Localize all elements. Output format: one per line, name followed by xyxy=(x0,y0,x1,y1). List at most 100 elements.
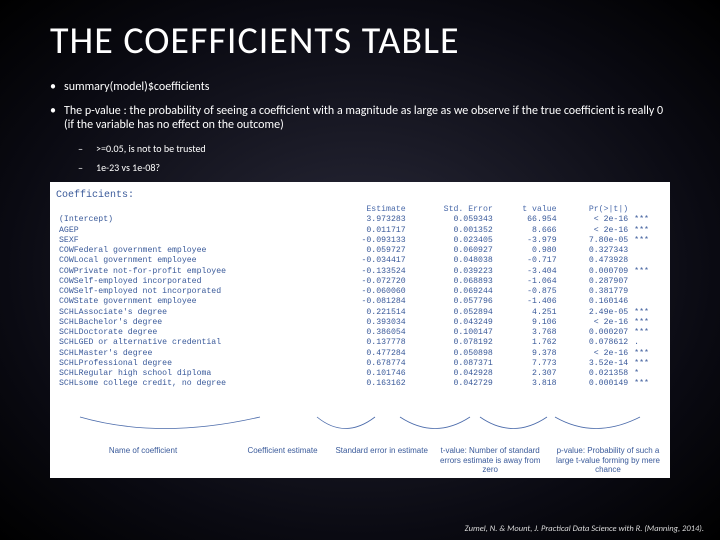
cell: *** xyxy=(631,215,664,225)
col-tvalue: t value xyxy=(496,205,560,215)
col-pvalue: Pr(>|t|) xyxy=(560,205,632,215)
cell: 0.052894 xyxy=(409,308,496,318)
cell: 0.060927 xyxy=(409,246,496,256)
cell: COWLocal government employee xyxy=(56,256,329,266)
cell: 0.137778 xyxy=(329,338,408,348)
cell: 0.068893 xyxy=(409,277,496,287)
cell: COWPrivate not-for-profit employee xyxy=(56,267,329,277)
table-row: (Intercept)3.9732830.05934366.954< 2e-16… xyxy=(56,215,664,225)
table-row: COWLocal government employee-0.0344170.0… xyxy=(56,256,664,266)
cell xyxy=(631,256,664,266)
bullet-item: •summary(model)$coefficients xyxy=(50,80,670,94)
cell: -0.081284 xyxy=(329,297,408,307)
cell: SEXF xyxy=(56,236,329,246)
slide-title: THE COEFFICIENTS TABLE xyxy=(0,0,720,72)
cell: -0.717 xyxy=(496,256,560,266)
cell xyxy=(631,277,664,287)
table-row: COWFederal government employee0.0597270.… xyxy=(56,246,664,256)
table-row: COWPrivate not-for-profit employee-0.133… xyxy=(56,267,664,277)
bullet-text: 1e-23 vs 1e-08? xyxy=(96,161,160,174)
cell: *** xyxy=(631,308,664,318)
table-row: SCHLProfessional degree0.6787740.0873717… xyxy=(56,359,664,369)
cell: COWState government employee xyxy=(56,297,329,307)
label-name: Name of coefficient xyxy=(50,446,236,474)
cell: COWSelf-employed not incorporated xyxy=(56,287,329,297)
cell: SCHLRegular high school diploma xyxy=(56,369,329,379)
cell: SCHLsome college credit, no degree xyxy=(56,379,329,389)
coefficients-figure: Coefficients: Estimate Std. Error t valu… xyxy=(50,182,670,478)
cell: -3.979 xyxy=(496,236,560,246)
cell: 0.021358 xyxy=(560,369,632,379)
cell: -0.060060 xyxy=(329,287,408,297)
table-caption: Coefficients: xyxy=(56,190,664,201)
cell xyxy=(631,287,664,297)
bullet-text: >=0.05, is not to be trusted xyxy=(96,142,206,155)
cell: 7.80e-05 xyxy=(560,236,632,246)
cell: -3.404 xyxy=(496,267,560,277)
cell: COWSelf-employed incorporated xyxy=(56,277,329,287)
sub-bullet-item: –1e-23 vs 1e-08? xyxy=(78,161,670,174)
cell: 0.287907 xyxy=(560,277,632,287)
cell: SCHLBachelor's degree xyxy=(56,318,329,328)
cell: 3.52e-14 xyxy=(560,359,632,369)
cell: -0.093133 xyxy=(329,236,408,246)
label-stderr: Standard error in estimate xyxy=(329,446,434,474)
cell: 2.49e-05 xyxy=(560,308,632,318)
table-row: SCHLAssociate's degree0.2215140.0528944.… xyxy=(56,308,664,318)
cell: 0.980 xyxy=(496,246,560,256)
cell: * xyxy=(631,369,664,379)
cell: SCHLDoctorate degree xyxy=(56,328,329,338)
cell: *** xyxy=(631,226,664,236)
cell: 0.023405 xyxy=(409,236,496,246)
cell: < 2e-16 xyxy=(560,318,632,328)
cell: 0.386054 xyxy=(329,328,408,338)
table-row: COWSelf-employed not incorporated-0.0600… xyxy=(56,287,664,297)
table-row: SCHLDoctorate degree0.3860540.1001473.76… xyxy=(56,328,664,338)
cell: 0.042928 xyxy=(409,369,496,379)
cell: 0.000709 xyxy=(560,267,632,277)
cell: 0.160146 xyxy=(560,297,632,307)
coefficients-table: Estimate Std. Error t value Pr(>|t|) (In… xyxy=(56,205,664,390)
cell: 0.042729 xyxy=(409,379,496,389)
col-name xyxy=(56,205,329,215)
cell: 0.069244 xyxy=(409,287,496,297)
cell: 0.678774 xyxy=(329,359,408,369)
cell: 66.954 xyxy=(496,215,560,225)
cell: 7.773 xyxy=(496,359,560,369)
cell: 0.000149 xyxy=(560,379,632,389)
bullet-text: summary(model)$coefficients xyxy=(64,80,209,94)
cell: 9.378 xyxy=(496,349,560,359)
table-row: AGEP0.0117170.0013528.666< 2e-16*** xyxy=(56,226,664,236)
table-header-row: Estimate Std. Error t value Pr(>|t|) xyxy=(56,205,664,215)
cell: *** xyxy=(631,328,664,338)
cell: 3.818 xyxy=(496,379,560,389)
cell: 0.100147 xyxy=(409,328,496,338)
table-row: COWSelf-employed incorporated-0.0727200.… xyxy=(56,277,664,287)
cell: 0.101746 xyxy=(329,369,408,379)
cell: 0.381779 xyxy=(560,287,632,297)
cell: -1.406 xyxy=(496,297,560,307)
cell: 0.477284 xyxy=(329,349,408,359)
cell: *** xyxy=(631,236,664,246)
cell: 0.039223 xyxy=(409,267,496,277)
cell: 0.000207 xyxy=(560,328,632,338)
sub-bullet-item: –>=0.05, is not to be trusted xyxy=(78,142,670,155)
cell: -0.034417 xyxy=(329,256,408,266)
cell: AGEP xyxy=(56,226,329,236)
cell: 3.768 xyxy=(496,328,560,338)
cell: 0.001352 xyxy=(409,226,496,236)
cell: 3.973283 xyxy=(329,215,408,225)
table-row: SCHLGED or alternative credential0.13777… xyxy=(56,338,664,348)
table-row: SCHLsome college credit, no degree0.1631… xyxy=(56,379,664,389)
column-annotations: Name of coefficient Coefficient estimate… xyxy=(50,446,670,474)
cell: 0.473928 xyxy=(560,256,632,266)
cell: . xyxy=(631,338,664,348)
table-row: SCHLRegular high school diploma0.1017460… xyxy=(56,369,664,379)
label-estimate: Coefficient estimate xyxy=(236,446,329,474)
table-row: SEXF-0.0931330.023405-3.9797.80e-05*** xyxy=(56,236,664,246)
cell: < 2e-16 xyxy=(560,215,632,225)
table-row: SCHLMaster's degree0.4772840.0508989.378… xyxy=(56,349,664,359)
col-sig xyxy=(631,205,664,215)
label-pvalue: p-value: Probability of such a large t-v… xyxy=(546,446,670,474)
cell: -0.072720 xyxy=(329,277,408,287)
